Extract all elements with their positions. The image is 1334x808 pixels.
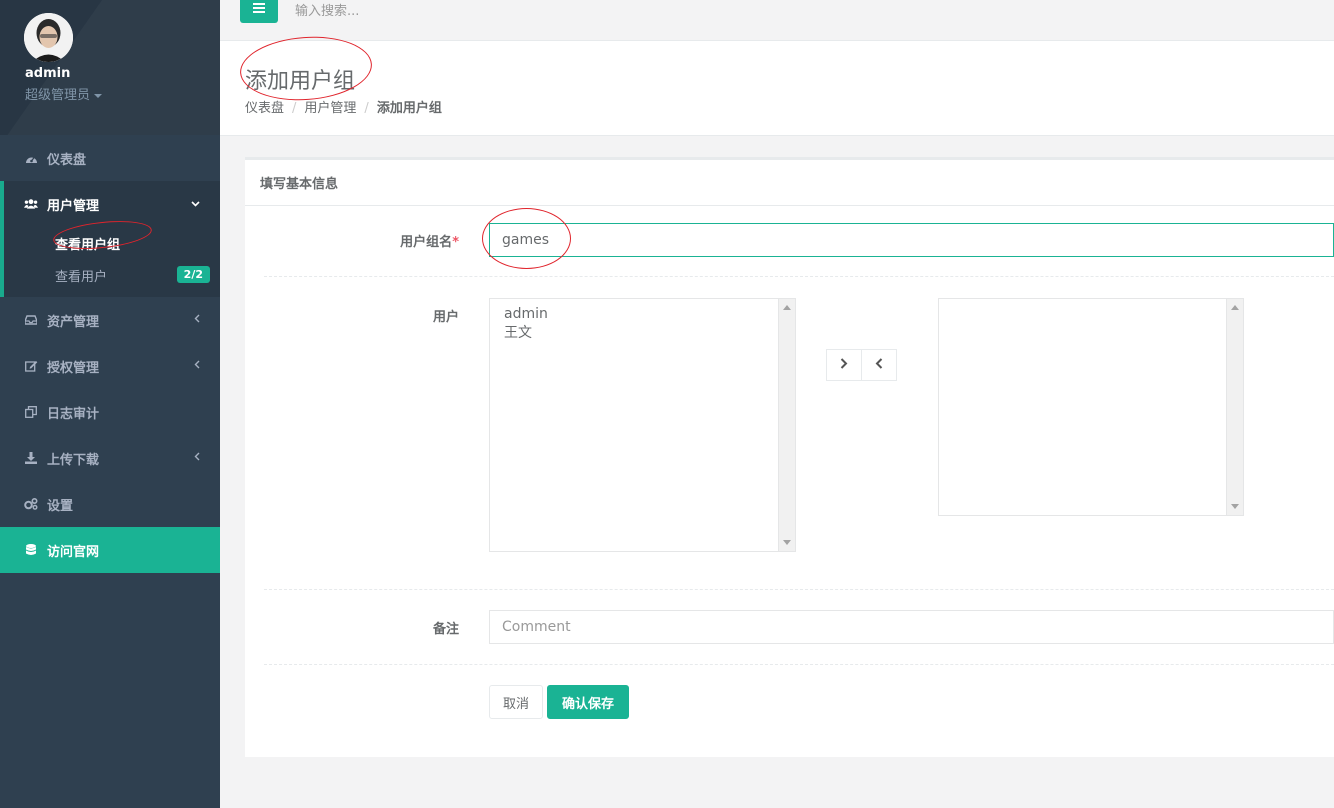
required-marker: * xyxy=(452,235,459,250)
sidebar-item-label: 用户管理 xyxy=(47,198,100,214)
chevron-left-icon xyxy=(194,313,200,326)
profile-role-label: 超级管理员 xyxy=(25,88,91,103)
breadcrumb-separator: / xyxy=(292,101,297,116)
page-heading: 添加用户组 仪表盘 / 用户管理 / 添加用户组 xyxy=(220,41,1334,136)
available-users-options: admin 王文 xyxy=(490,299,795,343)
form-divider xyxy=(264,589,1334,590)
chevron-left-icon xyxy=(194,359,200,372)
download-icon xyxy=(24,451,38,465)
profile-area: admin 超级管理员 xyxy=(0,0,220,135)
top-navbar xyxy=(220,0,1334,41)
scroll-down-icon[interactable] xyxy=(783,540,791,545)
breadcrumb: 仪表盘 / 用户管理 / 添加用户组 xyxy=(245,97,442,116)
scrollbar[interactable] xyxy=(778,299,795,551)
sidebar-item-label: 访问官网 xyxy=(47,544,100,560)
sidebar-subitem-label: 查看用户组 xyxy=(55,237,121,253)
breadcrumb-item-current: 添加用户组 xyxy=(376,101,442,116)
sidebar-item-dashboard[interactable]: 仪表盘 xyxy=(0,135,220,181)
copy-icon xyxy=(24,405,38,419)
move-left-button[interactable] xyxy=(861,349,897,381)
scroll-down-icon[interactable] xyxy=(1231,504,1239,509)
form-divider xyxy=(264,276,1334,277)
dashboard-icon xyxy=(24,151,38,165)
group-name-label: 用户组名* xyxy=(259,231,459,250)
sidebar-item-settings[interactable]: 设置 xyxy=(0,481,220,527)
sidebar-item-label: 日志审计 xyxy=(47,406,100,422)
sidebar-group-user-management: 用户管理 查看用户组 查看用户 2/2 xyxy=(0,181,220,297)
scroll-up-icon[interactable] xyxy=(1231,305,1239,310)
sidebar-item-user-management[interactable]: 用户管理 xyxy=(4,181,220,227)
cancel-button[interactable]: 取消 xyxy=(489,685,543,719)
chevron-left-icon xyxy=(194,451,200,464)
form-panel: 填写基本信息 用户组名* 用户 admin 王文 xyxy=(245,157,1334,757)
sidebar-subitem-view-groups[interactable]: 查看用户组 xyxy=(4,227,220,259)
breadcrumb-item-user-management[interactable]: 用户管理 xyxy=(304,101,356,116)
page-title: 添加用户组 xyxy=(245,69,356,94)
sidebar-item-asset-management[interactable]: 资产管理 xyxy=(0,297,220,343)
sidebar-item-label: 仪表盘 xyxy=(47,152,87,168)
profile-name: admin xyxy=(25,66,71,81)
group-name-label-text: 用户组名 xyxy=(400,235,453,250)
selected-users-listbox[interactable] xyxy=(938,298,1244,516)
scroll-up-icon[interactable] xyxy=(783,305,791,310)
save-button[interactable]: 确认保存 xyxy=(547,685,629,719)
avatar[interactable] xyxy=(24,13,73,62)
search-input[interactable] xyxy=(285,0,585,22)
sidebar-item-upload-download[interactable]: 上传下载 xyxy=(0,435,220,481)
move-right-button[interactable] xyxy=(826,349,862,381)
menu-toggle-button[interactable] xyxy=(240,0,278,23)
comment-input[interactable] xyxy=(489,610,1334,644)
sidebar-item-label: 上传下载 xyxy=(47,452,100,468)
user-count-badge: 2/2 xyxy=(176,266,210,283)
sidebar-item-log-audit[interactable]: 日志审计 xyxy=(0,389,220,435)
edit-icon xyxy=(24,359,38,373)
form-divider xyxy=(264,664,1334,665)
avatar-image xyxy=(24,13,73,62)
sidebar-item-label: 设置 xyxy=(47,498,74,514)
sidebar-item-label: 授权管理 xyxy=(47,360,100,376)
sidebar-subitem-label: 查看用户 xyxy=(55,269,108,285)
chevron-left-icon xyxy=(875,357,883,373)
sidebar: admin 超级管理员 仪表盘 用户管理 查看用户组 查看用户 2/2 资产管理… xyxy=(0,0,220,808)
gears-icon xyxy=(24,497,38,511)
users-icon xyxy=(24,197,38,211)
user-option-admin[interactable]: admin xyxy=(490,305,795,324)
transfer-buttons xyxy=(826,349,897,381)
group-name-input[interactable] xyxy=(489,223,1334,257)
chevron-right-icon xyxy=(840,357,848,373)
breadcrumb-item-dashboard[interactable]: 仪表盘 xyxy=(245,101,284,116)
profile-role-dropdown[interactable]: 超级管理员 xyxy=(25,84,103,103)
sidebar-item-visit-website[interactable]: 访问官网 xyxy=(0,527,220,573)
breadcrumb-separator: / xyxy=(364,101,369,116)
sidebar-subitem-view-users[interactable]: 查看用户 2/2 xyxy=(4,259,220,297)
inbox-icon xyxy=(24,313,38,327)
hamburger-icon xyxy=(253,2,265,17)
users-label: 用户 xyxy=(432,310,459,325)
user-option-wangwen[interactable]: 王文 xyxy=(490,324,795,343)
scrollbar[interactable] xyxy=(1226,299,1243,515)
available-users-listbox[interactable]: admin 王文 xyxy=(489,298,796,552)
sidebar-item-authorization[interactable]: 授权管理 xyxy=(0,343,220,389)
chevron-down-icon xyxy=(191,197,200,210)
sidebar-item-label: 资产管理 xyxy=(47,314,100,330)
panel-title: 填写基本信息 xyxy=(245,160,1334,206)
comment-label: 备注 xyxy=(432,622,459,637)
database-icon xyxy=(24,543,38,557)
caret-down-icon xyxy=(94,93,103,98)
